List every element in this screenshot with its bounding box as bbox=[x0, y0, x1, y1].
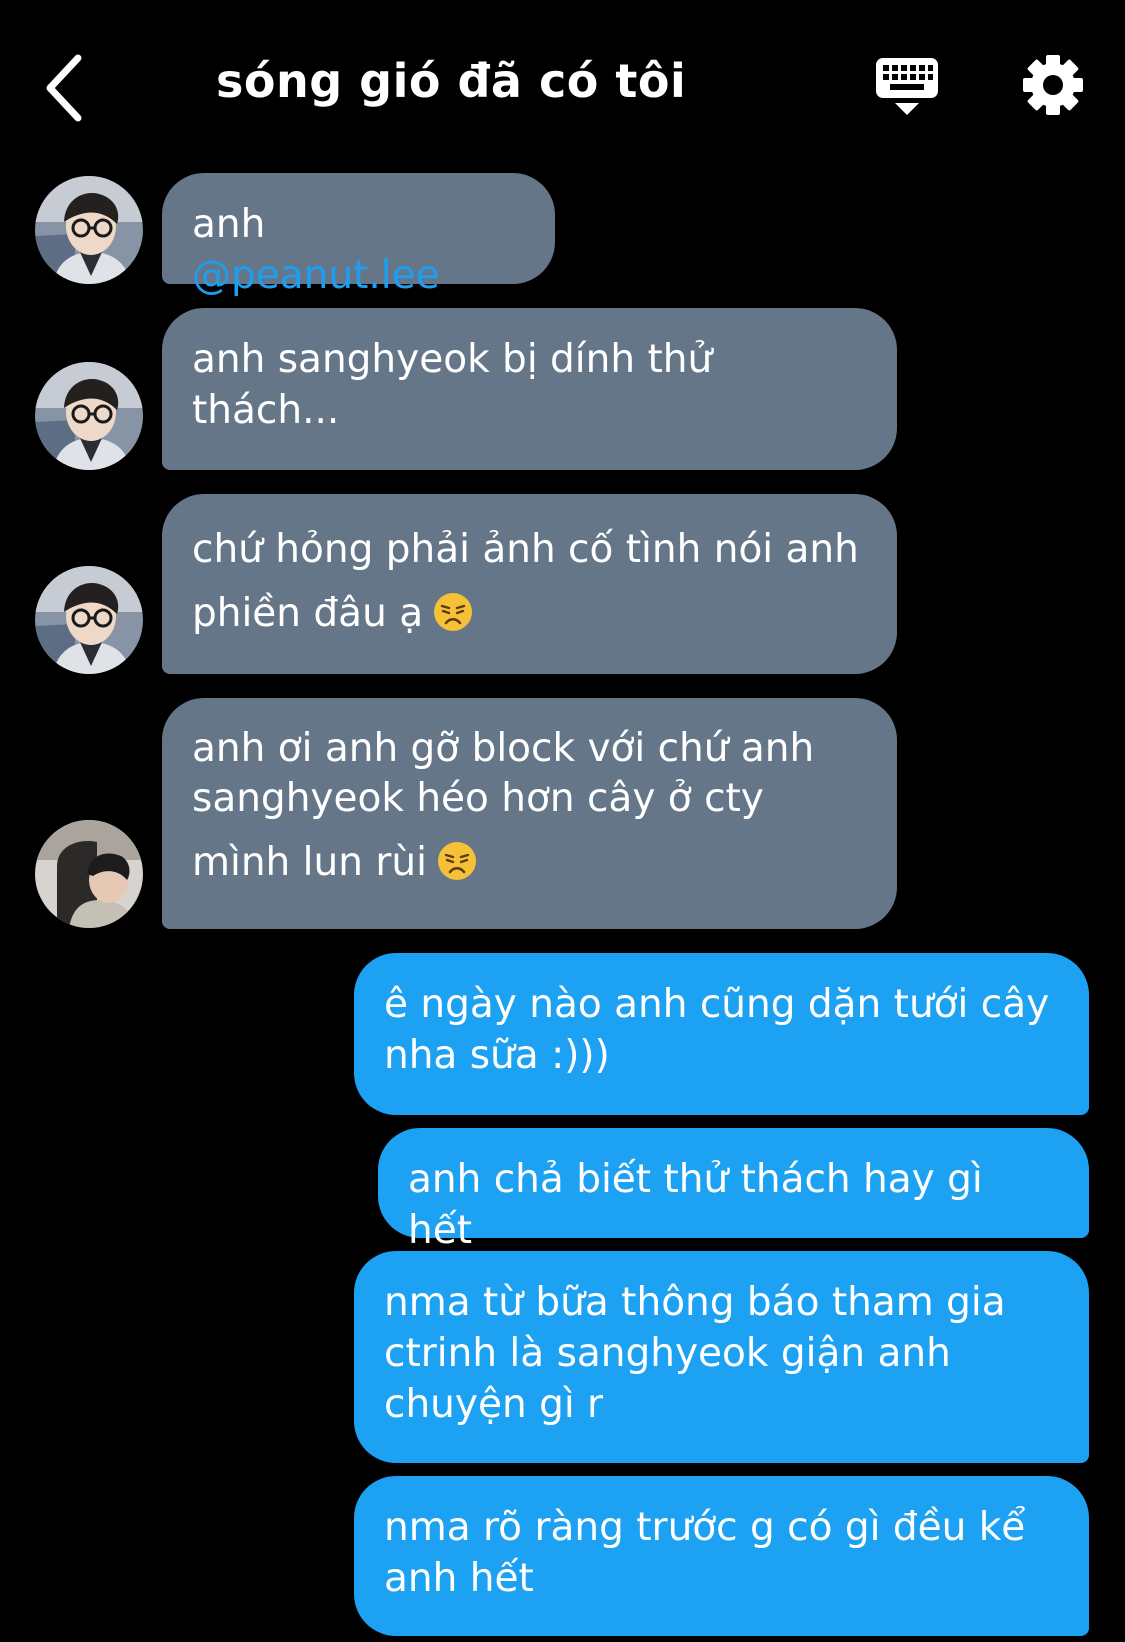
message-line: anh chả biết thử thách hay gì hết bbox=[408, 1157, 983, 1253]
disappointed-face-icon bbox=[434, 593, 473, 631]
outgoing-message[interactable]: anh chả biết thử thách hay gì hết bbox=[378, 1128, 1089, 1253]
message-line: anh hết bbox=[384, 1556, 534, 1601]
outgoing-message[interactable]: nma rõ ràng trước g có gì đều kể anh hết bbox=[354, 1476, 1089, 1636]
incoming-message[interactable]: chứ hỏng phải ảnh cố tình nói anh phiền … bbox=[162, 494, 897, 674]
gear-icon[interactable] bbox=[1022, 54, 1084, 116]
chat-header: sóng gió đã có tôi bbox=[0, 0, 1125, 170]
message-line: anh ơi anh gỡ block với chứ anh bbox=[192, 726, 815, 771]
message-line: ê ngày nào anh cũng dặn tưới cây bbox=[384, 982, 1050, 1027]
message-line: chứ hỏng phải ảnh cố tình nói anh bbox=[192, 527, 859, 572]
message-line: anh sanghyeok bị dính thử bbox=[192, 337, 713, 382]
message-text: anh bbox=[192, 202, 266, 247]
avatar[interactable] bbox=[35, 362, 143, 470]
mention-link[interactable]: @peanut.lee bbox=[192, 253, 440, 298]
chat-title: sóng gió đã có tôi bbox=[216, 54, 687, 108]
message-line: nha sữa :))) bbox=[384, 1033, 610, 1078]
message-line: mình lun rùi bbox=[192, 840, 427, 885]
chevron-left-icon[interactable] bbox=[38, 48, 98, 128]
outgoing-message[interactable]: nma từ bữa thông báo tham gia ctrinh là … bbox=[354, 1251, 1089, 1463]
message-line: phiền đâu ạ bbox=[192, 591, 424, 636]
message-line: nma rõ ràng trước g có gì đều kể bbox=[384, 1505, 1026, 1550]
message-line: ctrinh là sanghyeok giận anh bbox=[384, 1331, 951, 1376]
disappointed-face-icon bbox=[437, 842, 476, 880]
message-line: sanghyeok héo hơn cây ở cty bbox=[192, 776, 764, 821]
incoming-message[interactable]: anh sanghyeok bị dính thử thách... bbox=[162, 308, 897, 470]
incoming-message[interactable]: anh ơi anh gỡ block với chứ anh sanghyeo… bbox=[162, 698, 897, 929]
message-line: thách... bbox=[192, 388, 340, 433]
message-line: chuyện gì r bbox=[384, 1382, 604, 1427]
keyboard-icon[interactable] bbox=[874, 56, 940, 118]
incoming-message[interactable]: anh @peanut.lee bbox=[162, 173, 555, 298]
avatar[interactable] bbox=[35, 820, 143, 928]
outgoing-message[interactable]: ê ngày nào anh cũng dặn tưới cây nha sữa… bbox=[354, 953, 1089, 1115]
avatar[interactable] bbox=[35, 566, 143, 674]
avatar[interactable] bbox=[35, 176, 143, 284]
message-line: nma từ bữa thông báo tham gia bbox=[384, 1280, 1006, 1325]
